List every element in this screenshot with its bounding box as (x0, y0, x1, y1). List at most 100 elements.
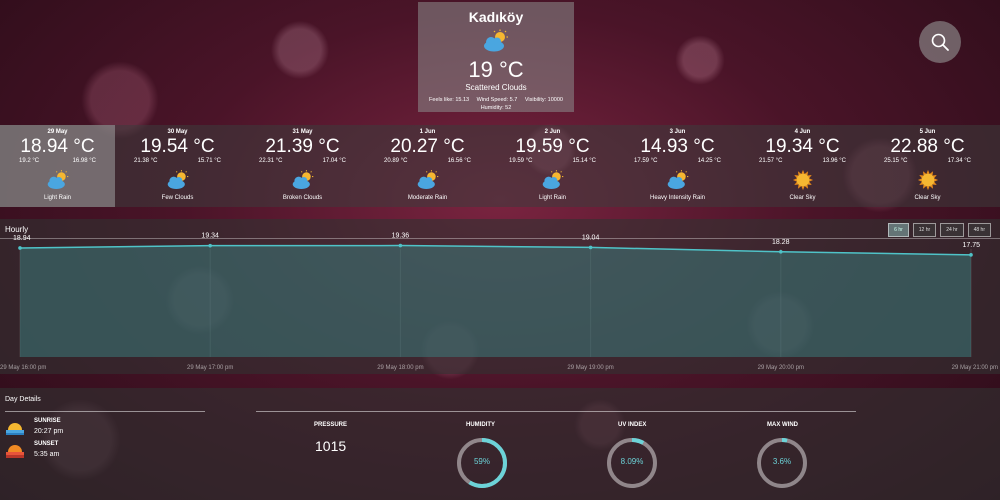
forecast-temp: 18.94 °C (20, 136, 95, 157)
forecast-max: 22.31 °C (259, 158, 283, 164)
partly-cloudy-icon (484, 29, 508, 52)
data-point[interactable] (18, 246, 22, 250)
max-wind-gauge: 3.6% (756, 437, 808, 489)
visibility: Visibility: 10000 (524, 97, 563, 103)
forecast-range: 19.2 °C 16.98 °C (0, 158, 115, 164)
forecast-description: Clear Sky (789, 195, 816, 201)
search-button[interactable] (919, 21, 961, 63)
forecast-date: 1 Jun (419, 129, 436, 135)
humidity-gauge: 59% (456, 437, 508, 489)
forecast-max: 17.59 °C (634, 158, 658, 164)
forecast-max: 25.15 °C (884, 158, 908, 164)
x-tick-label: 29 May 19:00 pm (567, 365, 613, 371)
wind-speed: Wind Speed: 5.7 (476, 97, 518, 103)
partly-cloudy-icon (292, 170, 313, 189)
data-point[interactable] (588, 245, 593, 250)
forecast-min: 16.98 °C (72, 158, 96, 164)
temperature-area (20, 245, 971, 357)
forecast-range: 25.15 °C 17.34 °C (865, 158, 990, 164)
forecast-min: 15.14 °C (572, 158, 596, 164)
sunset-label: SUNSET (34, 441, 59, 447)
forecast-temp: 19.59 °C (515, 136, 590, 157)
data-point[interactable] (398, 243, 403, 248)
data-point[interactable] (779, 249, 783, 254)
divider (5, 411, 205, 412)
forecast-date: 30 May (167, 129, 188, 135)
forecast-date: 2 Jun (544, 129, 561, 135)
forecast-range: 22.31 °C 17.04 °C (240, 158, 365, 164)
uv-index-label: UV INDEX (618, 422, 647, 428)
max-wind-label: MAX WIND (767, 422, 798, 428)
forecast-date: 31 May (292, 129, 313, 135)
data-point[interactable] (969, 253, 973, 257)
forecast-range: 20.89 °C 16.56 °C (365, 158, 490, 164)
x-tick-label: 29 May 20:00 pm (758, 365, 804, 371)
data-label: 18.94 (13, 235, 31, 242)
hourly-panel: Hourly 6 hr 12 hr 24 hr 48 hr 18.94 29 May 1… (0, 219, 1000, 374)
forecast-max: 21.57 °C (759, 158, 783, 164)
forecast-day[interactable]: 31 May 21.39 °C 22.31 °C 17.04 °C Broken… (240, 125, 365, 207)
data-point[interactable] (208, 243, 212, 248)
forecast-min: 17.04 °C (322, 158, 346, 164)
uv-index-value: 8.09% (620, 457, 644, 466)
current-weather-card: Kadıköy 19 °C Scattered Clouds Feels lik… (418, 2, 574, 112)
x-tick-label: 29 May 18:00 pm (377, 365, 423, 371)
x-tick-label: 29 May 17:00 pm (187, 365, 233, 371)
forecast-description: Broken Clouds (282, 195, 323, 201)
forecast-description: Light Rain (538, 195, 567, 201)
forecast-range: 17.59 °C 14.25 °C (615, 158, 740, 164)
partly-cloudy-icon (47, 170, 68, 189)
forecast-day[interactable]: 4 Jun 19.34 °C 21.57 °C 13.96 °C Clear S… (740, 125, 865, 207)
forecast-temp: 19.54 °C (140, 136, 215, 157)
forecast-min: 16.56 °C (447, 158, 471, 164)
forecast-max: 19.2 °C (19, 158, 40, 164)
uv-index-gauge: 8.09% (606, 437, 658, 489)
data-label: 17.75 (962, 242, 980, 249)
forecast-day[interactable]: 1 Jun 20.27 °C 20.89 °C 16.56 °C Moderat… (365, 125, 490, 207)
forecast-temp: 22.88 °C (890, 136, 965, 157)
sun-icon (792, 169, 813, 191)
search-icon (931, 33, 949, 51)
forecast-max: 21.38 °C (134, 158, 158, 164)
forecast-range: 19.59 °C 15.14 °C (490, 158, 615, 164)
forecast-date: 29 May (47, 129, 68, 135)
forecast-day[interactable]: 2 Jun 19.59 °C 19.59 °C 15.14 °C Light R… (490, 125, 615, 207)
sunrise-icon (6, 423, 24, 435)
x-tick-label: 29 May 16:00 pm (0, 365, 46, 371)
forecast-date: 4 Jun (794, 129, 811, 135)
sunset-value: 5:35 am (34, 451, 60, 458)
partly-cloudy-icon (167, 170, 188, 189)
forecast-description: Clear Sky (914, 195, 941, 201)
forecast-max: 20.89 °C (384, 158, 408, 164)
sunrise-label: SUNRISE (34, 418, 61, 424)
forecast-temp: 14.93 °C (640, 136, 715, 157)
sun-icon (917, 169, 938, 191)
max-wind-value: 3.6% (772, 457, 792, 466)
humidity-label: HUMIDITY (466, 422, 495, 428)
partly-cloudy-icon (417, 170, 438, 189)
data-label: 19.36 (392, 233, 410, 240)
forecast-range: 21.38 °C 15.71 °C (115, 158, 240, 164)
forecast-day[interactable]: 3 Jun 14.93 °C 17.59 °C 14.25 °C Heavy I… (615, 125, 740, 207)
humidity-value: 59% (473, 457, 490, 466)
sunrise-value: 20:27 pm (34, 428, 64, 435)
sunset-icon (6, 445, 24, 458)
current-meta: Feels like: 15.13 Wind Speed: 5.7 Visibi… (424, 96, 568, 112)
forecast-day[interactable]: 30 May 19.54 °C 21.38 °C 15.71 °C Few Cl… (115, 125, 240, 207)
pressure-label: PRESSURE (314, 422, 348, 428)
forecast-date: 5 Jun (919, 129, 936, 135)
data-label: 18.28 (772, 239, 790, 246)
forecast-temp: 21.39 °C (265, 136, 340, 157)
forecast-day[interactable]: 29 May 18.94 °C 19.2 °C 16.98 °C Light R… (0, 125, 115, 207)
sunrise-row: SUNRISE 20:27 pm (5, 418, 63, 436)
forecast-max: 19.59 °C (509, 158, 533, 164)
forecast-day[interactable]: 5 Jun 22.88 °C 25.15 °C 17.34 °C Clear S… (865, 125, 990, 207)
forecast-temp: 20.27 °C (390, 136, 465, 157)
partly-cloudy-icon (667, 170, 688, 189)
forecast-min: 13.96 °C (822, 158, 846, 164)
sunset-row: SUNSET 5:35 am (5, 441, 59, 459)
humidity: Humidity: 52 (480, 105, 512, 111)
forecast-range: 21.57 °C 13.96 °C (740, 158, 865, 164)
partly-cloudy-icon (542, 170, 563, 189)
forecast-description: Few Clouds (161, 195, 194, 201)
